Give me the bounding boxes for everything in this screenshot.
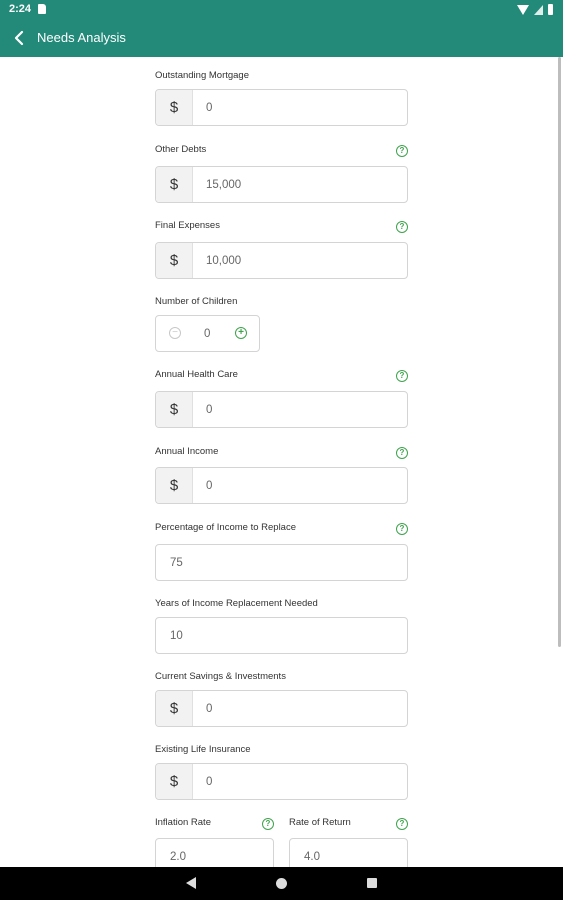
annual-health-care-input[interactable]: $ 0	[155, 391, 408, 428]
existing-life-insurance-input[interactable]: $ 0	[155, 763, 408, 800]
scrollbar[interactable]	[558, 57, 561, 647]
form-content[interactable]: Outstanding Mortgage $ 0 Other Debts ? $…	[0, 57, 563, 867]
annual-income-value: 0	[206, 479, 213, 492]
number-of-children-value: 0	[204, 327, 211, 340]
help-icon[interactable]: ?	[396, 221, 408, 233]
help-icon[interactable]: ?	[262, 818, 274, 830]
sd-card-icon	[38, 4, 46, 14]
status-bar: 2:24	[0, 0, 563, 20]
signal-icon	[534, 4, 543, 15]
help-icon[interactable]: ?	[396, 523, 408, 535]
rate-of-return-value: 4.0	[304, 850, 320, 863]
years-replacement-value: 10	[170, 629, 183, 642]
back-arrow-icon	[14, 30, 24, 46]
nav-back-icon[interactable]	[186, 877, 196, 889]
current-savings-input[interactable]: $ 0	[155, 690, 408, 727]
currency-prefix: $	[156, 691, 193, 726]
app-bar: Needs Analysis	[0, 20, 563, 57]
currency-prefix: $	[156, 90, 193, 125]
nav-recents-icon[interactable]	[367, 878, 377, 888]
inflation-rate-label: Inflation Rate	[155, 817, 211, 828]
wifi-icon	[517, 4, 529, 15]
annual-income-input[interactable]: $ 0	[155, 467, 408, 504]
number-of-children-label: Number of Children	[155, 296, 238, 307]
nav-home-icon[interactable]	[276, 878, 287, 889]
currency-prefix: $	[156, 167, 193, 202]
existing-life-insurance-value: 0	[206, 775, 213, 788]
annual-income-label: Annual Income	[155, 446, 219, 457]
final-expenses-value: 10,000	[206, 254, 242, 267]
percentage-income-value: 75	[170, 556, 183, 569]
percentage-income-label: Percentage of Income to Replace	[155, 522, 297, 533]
status-icons	[517, 4, 553, 15]
years-replacement-label: Years of Income Replacement Needed	[155, 598, 318, 609]
other-debts-value: 15,000	[206, 178, 242, 191]
currency-prefix: $	[156, 468, 193, 503]
help-icon[interactable]: ?	[396, 447, 408, 459]
other-debts-label: Other Debts	[155, 144, 207, 155]
page-title: Needs Analysis	[37, 30, 126, 45]
plus-circle-icon[interactable]: +	[235, 327, 247, 339]
help-icon[interactable]: ?	[396, 370, 408, 382]
inflation-rate-input[interactable]: 2.0	[155, 838, 274, 867]
inflation-rate-value: 2.0	[170, 850, 186, 863]
outstanding-mortgage-value: 0	[206, 101, 213, 114]
currency-prefix: $	[156, 392, 193, 427]
battery-icon	[548, 4, 553, 15]
help-icon[interactable]: ?	[396, 145, 408, 157]
currency-prefix: $	[156, 764, 193, 799]
existing-life-insurance-label: Existing Life Insurance	[155, 744, 251, 755]
back-button[interactable]	[10, 28, 30, 48]
percentage-income-input[interactable]: 75	[155, 544, 408, 581]
other-debts-input[interactable]: $ 15,000	[155, 166, 408, 203]
current-savings-label: Current Savings & Investments	[155, 671, 286, 682]
rate-of-return-input[interactable]: 4.0	[289, 838, 408, 867]
currency-prefix: $	[156, 243, 193, 278]
current-savings-value: 0	[206, 702, 213, 715]
help-icon[interactable]: ?	[396, 818, 408, 830]
years-replacement-input[interactable]: 10	[155, 617, 408, 654]
annual-health-care-value: 0	[206, 403, 213, 416]
outstanding-mortgage-input[interactable]: $ 0	[155, 89, 408, 126]
system-nav-bar	[0, 867, 563, 900]
rate-of-return-label: Rate of Return	[289, 817, 351, 828]
minus-circle-icon[interactable]: −	[169, 327, 181, 339]
final-expenses-label: Final Expenses	[155, 220, 220, 231]
status-time: 2:24	[9, 3, 32, 15]
outstanding-mortgage-label: Outstanding Mortgage	[155, 70, 250, 81]
annual-health-care-label: Annual Health Care	[155, 369, 238, 380]
final-expenses-input[interactable]: $ 10,000	[155, 242, 408, 279]
number-of-children-stepper[interactable]: − 0 +	[155, 315, 260, 352]
